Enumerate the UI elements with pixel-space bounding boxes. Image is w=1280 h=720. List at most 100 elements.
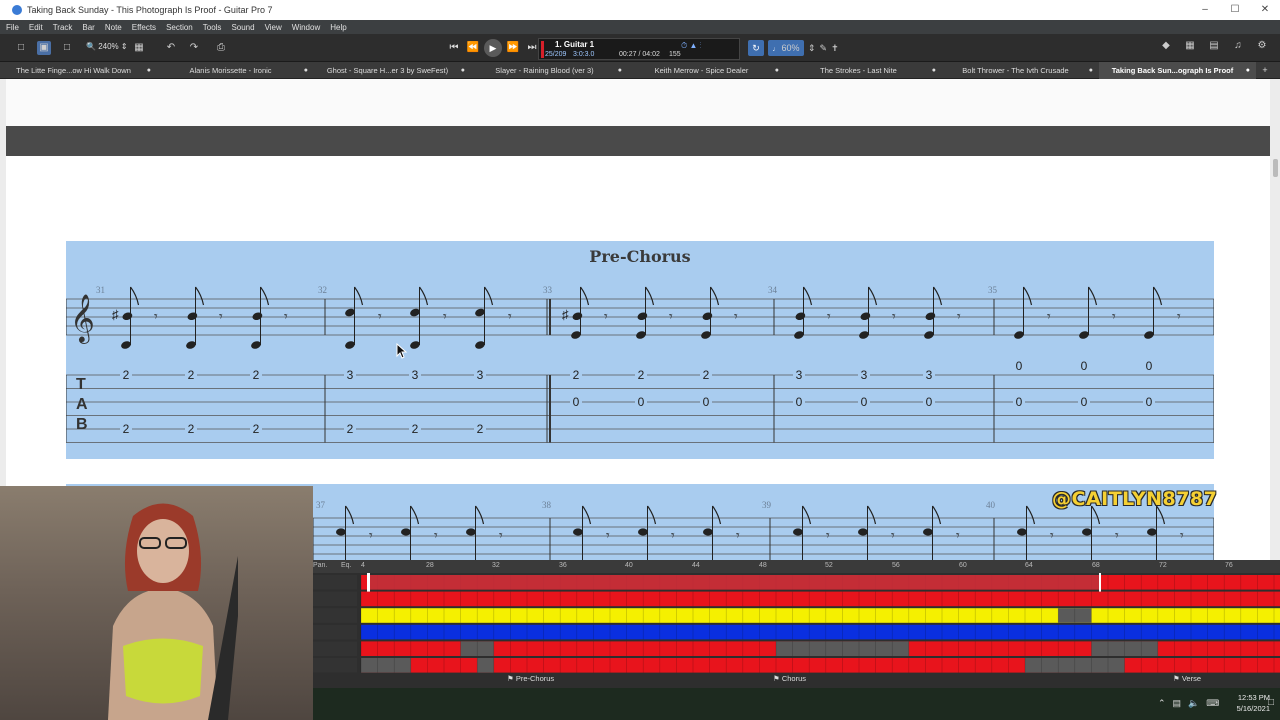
section-marker[interactable]: ⚑ Pre-Chorus <box>507 674 554 683</box>
menu-edit[interactable]: Edit <box>29 23 43 32</box>
track-panel[interactable]: Pan. Eq. 4 28 32 36 40 44 48 52 56 60 64 68 72 76 ⚑ P… <box>313 560 1280 688</box>
close-tab-icon[interactable]: ● <box>618 62 622 79</box>
tab-fret-number[interactable]: 0 <box>635 395 647 409</box>
tab-fret-number[interactable]: 2 <box>250 422 262 436</box>
volume-icon[interactable]: 🔈 <box>1188 698 1199 709</box>
tab-document[interactable]: Slayer - Raining Blood (ver 3) ● <box>471 62 628 79</box>
chevron-up-icon[interactable]: ⌃ <box>1158 698 1166 709</box>
menu-view[interactable]: View <box>265 23 282 32</box>
network-icon[interactable]: ▤ <box>1173 698 1182 709</box>
close-tab-icon[interactable]: ● <box>461 62 465 79</box>
tab-fret-number[interactable]: 2 <box>409 422 421 436</box>
tab-fret-number[interactable]: 0 <box>570 395 582 409</box>
close-tab-icon[interactable]: ● <box>775 62 779 79</box>
tab-document[interactable]: Bolt Thrower - The Ivth Crusade ● <box>942 62 1099 79</box>
menu-effects[interactable]: Effects <box>132 23 156 32</box>
tab-document[interactable]: Alanis Morissette - Ironic ● <box>157 62 314 79</box>
vertical-scrollbar[interactable] <box>1273 159 1278 177</box>
lcd-display[interactable]: 1. Guitar 1 25/209 3:0:3.0 00:27 / 04:02… <box>538 38 740 60</box>
close-tab-icon[interactable]: ● <box>1089 62 1093 79</box>
previous-bar-icon[interactable]: ⏪ <box>465 39 481 57</box>
tab-fret-number[interactable]: 2 <box>120 368 132 382</box>
tab-fret-number[interactable]: 0 <box>1078 359 1090 373</box>
menu-section[interactable]: Section <box>166 23 193 32</box>
tab-fret-number[interactable]: 2 <box>120 422 132 436</box>
score-system-selected[interactable]: Pre-Chorus 𝄞 ♯ 𝄾 𝄾 𝄾 𝄾 𝄾 𝄾 ♯ 𝄾 𝄾 𝄾 𝄾 𝄾 𝄾 𝄾 𝄾 𝄾 31 32 33 3… <box>66 241 1214 459</box>
undo-icon[interactable]: ↶ <box>164 41 178 55</box>
tab-fret-number[interactable]: 0 <box>1013 395 1025 409</box>
menu-window[interactable]: Window <box>292 23 320 32</box>
menu-tools[interactable]: Tools <box>203 23 222 32</box>
track-ruler[interactable] <box>313 560 1280 573</box>
close-tab-icon[interactable]: ● <box>932 62 936 79</box>
play-icon[interactable]: ▶ <box>484 39 502 57</box>
tab-fret-number[interactable]: 3 <box>793 368 805 382</box>
tab-fret-number[interactable]: 3 <box>858 368 870 382</box>
metronome-icon[interactable]: ⏱ ▲ ⋮ <box>681 41 702 51</box>
track-blocks[interactable] <box>313 573 1280 673</box>
piano-view-icon[interactable]: ▦ <box>1182 40 1198 51</box>
tab-fret-number[interactable]: 2 <box>250 368 262 382</box>
speed-stepper-icon[interactable]: ⇕ <box>808 43 816 54</box>
menu-note[interactable]: Note <box>105 23 122 32</box>
menu-sound[interactable]: Sound <box>231 23 254 32</box>
tab-fret-number[interactable]: 0 <box>1013 359 1025 373</box>
tab-document[interactable]: The Litte Finge...ow Hi Walk Down ● <box>0 62 157 79</box>
section-marker[interactable]: ⚑ Chorus <box>773 674 806 683</box>
menu-file[interactable]: File <box>6 23 19 32</box>
notification-icon[interactable]: □ <box>1268 697 1274 708</box>
first-bar-icon[interactable]: ⏮ <box>446 39 462 57</box>
tab-document[interactable]: Keith Merrow - Spice Dealer ● <box>628 62 785 79</box>
section-marker[interactable]: ⚑ Verse <box>1173 674 1201 683</box>
tab-fret-number[interactable]: 0 <box>858 395 870 409</box>
tab-fret-number[interactable]: 2 <box>185 422 197 436</box>
panel-icon[interactable]: □ <box>14 41 28 55</box>
page-view-icon[interactable]: ▣ <box>37 41 51 55</box>
next-bar-icon[interactable]: ⏩ <box>505 39 521 57</box>
fullscreen-icon[interactable]: □ <box>60 41 74 55</box>
tab-fret-number[interactable]: 3 <box>923 368 935 382</box>
clock[interactable]: 12:53 PM 5/16/2021 <box>1237 692 1270 714</box>
tab-fret-number[interactable]: 2 <box>635 368 647 382</box>
new-tab-button[interactable]: + <box>1256 62 1274 78</box>
guitar-view-icon[interactable]: ◆ <box>1158 40 1174 51</box>
tab-fret-number[interactable]: 0 <box>1143 359 1155 373</box>
fretboard-view-icon[interactable]: ▤ <box>1206 40 1222 51</box>
tab-fret-number[interactable]: 2 <box>344 422 356 436</box>
tab-document-active[interactable]: Taking Back Sun...ograph Is Proof ● <box>1099 62 1256 79</box>
minimize-button[interactable]: – <box>1190 0 1220 20</box>
layout-icon[interactable]: ▦ <box>132 41 146 55</box>
tuner-icon[interactable]: ✎ <box>820 43 828 54</box>
tab-fret-number[interactable]: 2 <box>185 368 197 382</box>
tab-fret-number[interactable]: 0 <box>793 395 805 409</box>
zoom-control[interactable]: 🔍 240% ⇕ <box>86 42 128 51</box>
tab-fret-number[interactable]: 2 <box>474 422 486 436</box>
tab-fret-number[interactable]: 3 <box>344 368 356 382</box>
tab-fret-number[interactable]: 0 <box>700 395 712 409</box>
tab-fret-number[interactable]: 2 <box>570 368 582 382</box>
audio-icon[interactable]: ♫ <box>1230 40 1246 51</box>
speed-control[interactable]: ♩ 60% <box>768 40 804 56</box>
pin-icon[interactable]: ✝ <box>831 43 839 54</box>
loop-icon[interactable]: ↻ <box>748 40 764 56</box>
close-button[interactable]: ✕ <box>1250 0 1280 20</box>
close-tab-icon[interactable]: ● <box>1246 62 1250 79</box>
close-tab-icon[interactable]: ● <box>304 62 308 79</box>
redo-icon[interactable]: ↷ <box>187 41 201 55</box>
tab-fret-number[interactable]: 3 <box>409 368 421 382</box>
menu-track[interactable]: Track <box>53 23 73 32</box>
tab-fret-number[interactable]: 2 <box>700 368 712 382</box>
keyboard-icon[interactable]: ⌨ <box>1206 698 1219 709</box>
print-icon[interactable]: ⎙ <box>214 41 228 55</box>
tab-document[interactable]: Ghost - Square H...er 3 by SweFest) ● <box>314 62 471 79</box>
settings-icon[interactable]: ⚙ <box>1254 40 1270 51</box>
tab-fret-number[interactable]: 0 <box>1143 395 1155 409</box>
maximize-button[interactable]: ☐ <box>1220 0 1250 20</box>
tab-fret-number[interactable]: 0 <box>1078 395 1090 409</box>
tab-fret-number[interactable]: 0 <box>923 395 935 409</box>
menu-help[interactable]: Help <box>330 23 346 32</box>
close-tab-icon[interactable]: ● <box>147 62 151 79</box>
tab-document[interactable]: The Strokes - Last Nite ● <box>785 62 942 79</box>
tab-fret-number[interactable]: 3 <box>474 368 486 382</box>
menu-bar-item[interactable]: Bar <box>82 23 94 32</box>
